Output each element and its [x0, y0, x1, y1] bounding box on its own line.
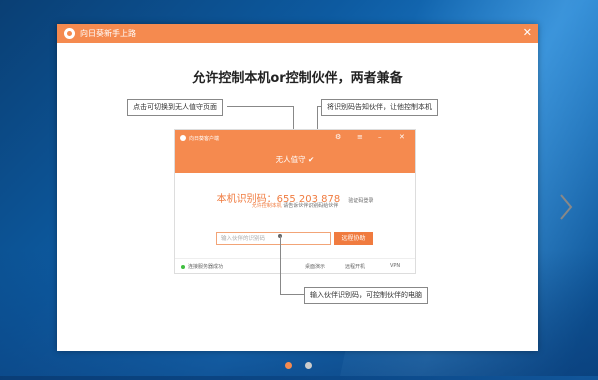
callout-line	[280, 236, 281, 294]
pager-dot[interactable]	[305, 362, 313, 369]
client-footer: 连接服务器成功 桌面演示 远程开机 VPN	[175, 258, 415, 273]
desktop-demo-item[interactable]: 桌面演示	[305, 263, 325, 270]
client-preview: 向日葵客户端 ⚙ ≡ – ✕ 无人值守 ✔ 本机识别码：655 203 878 …	[174, 129, 416, 274]
callout-line	[280, 294, 305, 295]
callout-enter-partner: 输入伙伴识别码，可控制伙伴的电脑	[304, 287, 428, 304]
allow-control-link[interactable]: 允许控制本机	[252, 203, 282, 209]
pager-dot-active[interactable]	[285, 362, 292, 369]
client-logo-icon	[180, 135, 186, 141]
partner-code-input[interactable]: 输入伙伴的识别码	[216, 232, 331, 245]
hint-text: 请告诉伙伴识别码给伙伴	[283, 203, 339, 209]
next-page-arrow-icon[interactable]	[555, 192, 577, 222]
client-close-icon[interactable]: ✕	[399, 133, 405, 141]
minimize-icon[interactable]: –	[378, 133, 382, 141]
callout-line	[227, 106, 293, 107]
window-titlebar: 向日葵新手上路 ✕	[57, 24, 538, 43]
sunflower-logo-icon	[64, 28, 75, 39]
window-title: 向日葵新手上路	[80, 29, 136, 38]
client-title: 向日葵客户端	[189, 136, 220, 142]
pager	[281, 354, 316, 373]
callout-switch-unattended: 点击可切换到无人值守页面	[127, 99, 223, 116]
allow-control-hint: 允许控制本机 请告诉伙伴识别码给伙伴	[175, 202, 415, 209]
settings-icon[interactable]: ⚙	[335, 133, 341, 141]
server-status: 连接服务器成功	[181, 263, 223, 270]
client-header: 向日葵客户端 ⚙ ≡ – ✕ 无人值守 ✔	[175, 130, 415, 173]
close-icon[interactable]: ✕	[523, 27, 532, 39]
remote-boot-item[interactable]: 远程开机	[345, 263, 365, 270]
page-heading: 允许控制本机or控制伙伴，两者兼备	[192, 71, 403, 86]
vpn-item[interactable]: VPN	[390, 263, 400, 269]
menu-icon[interactable]: ≡	[357, 133, 363, 141]
unattended-status[interactable]: 无人值守 ✔	[175, 154, 415, 165]
callout-share-code: 将识别码告知伙伴，让他控制本机	[321, 99, 438, 116]
remote-assist-button[interactable]: 远程协助	[334, 232, 373, 245]
tutorial-window: 向日葵新手上路 ✕ 允许控制本机or控制伙伴，两者兼备 点击可切换到无人值守页面…	[57, 24, 573, 369]
